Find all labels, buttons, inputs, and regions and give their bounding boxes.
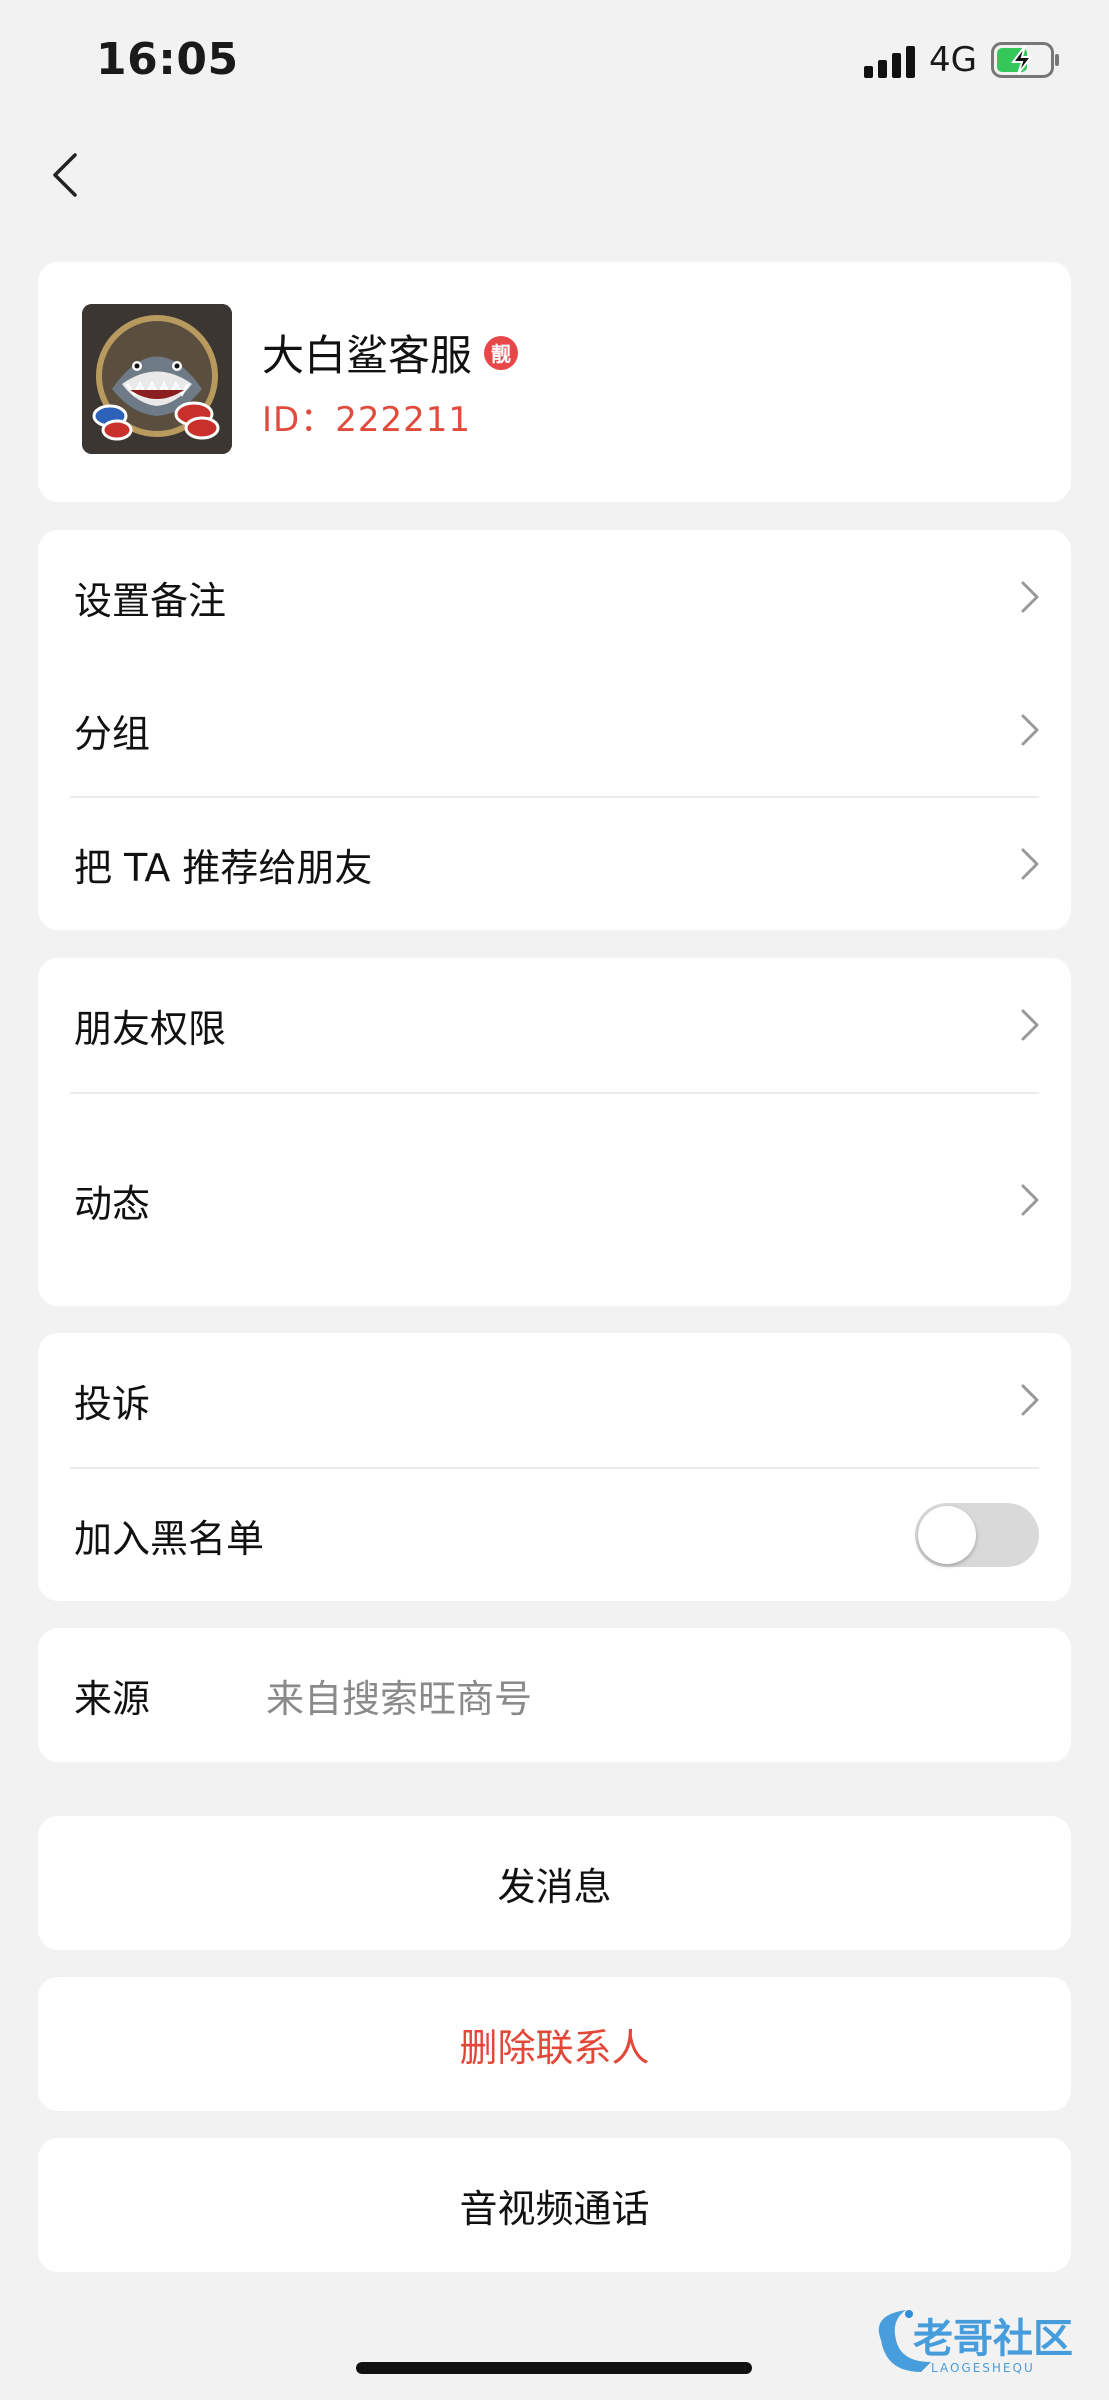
moments-row[interactable]: 动态 (38, 1094, 1071, 1306)
settings-group-3: 投诉 加入黑名单 (38, 1333, 1071, 1601)
status-indicators: 4G (864, 36, 1061, 84)
av-call-button[interactable]: 音视频通话 (38, 2138, 1071, 2272)
delete-contact-button[interactable]: 删除联系人 (38, 1977, 1071, 2111)
svg-text:LAOGESHEQU: LAOGESHEQU (931, 2361, 1035, 2375)
source-card: 来源 来自搜索旺商号 (38, 1628, 1071, 1762)
recommend-label: 把 TA 推荐给朋友 (74, 845, 373, 890)
watermark-logo: 老哥社区 LAOGESHEQU (861, 2300, 1091, 2380)
chevron-right-icon (1021, 1384, 1039, 1416)
group-row[interactable]: 分组 (38, 664, 1071, 796)
complaint-label: 投诉 (74, 1381, 151, 1426)
recommend-row[interactable]: 把 TA 推荐给朋友 (38, 798, 1071, 930)
avatar[interactable] (82, 304, 232, 454)
send-message-button[interactable]: 发消息 (38, 1816, 1071, 1950)
toggle-knob (918, 1506, 976, 1564)
premium-badge-icon: 靓 (484, 335, 519, 370)
home-indicator[interactable] (356, 2362, 752, 2374)
status-time: 16:05 (96, 34, 239, 85)
chevron-right-icon (1021, 1184, 1039, 1216)
set-remark-label: 设置备注 (74, 578, 227, 623)
source-label: 来源 (74, 1676, 151, 1721)
status-bar: 16:05 4G (0, 0, 1109, 120)
back-button[interactable] (40, 145, 90, 205)
set-remark-row[interactable]: 设置备注 (38, 530, 1071, 664)
moments-label: 动态 (74, 1181, 151, 1226)
network-type: 4G (929, 40, 977, 80)
shark-avatar-icon (82, 304, 232, 454)
blacklist-row: 加入黑名单 (38, 1469, 1071, 1601)
profile-card[interactable]: 大白鲨客服 靓 ID：222211 (38, 262, 1071, 502)
source-value: 来自搜索旺商号 (266, 1676, 533, 1721)
chevron-right-icon (1021, 581, 1039, 613)
battery-charging-icon (991, 42, 1061, 78)
chevron-right-icon (1021, 1009, 1039, 1041)
friend-permissions-label: 朋友权限 (74, 1006, 227, 1051)
settings-group-1: 设置备注 分组 把 TA 推荐给朋友 (38, 530, 1071, 930)
cellular-signal-icon (864, 42, 916, 78)
chevron-left-icon (53, 153, 77, 197)
chevron-right-icon (1021, 848, 1039, 880)
blacklist-toggle[interactable] (915, 1503, 1039, 1567)
contact-name-text: 大白鲨客服 (262, 331, 473, 380)
contact-id: ID：222211 (262, 400, 471, 440)
contact-name: 大白鲨客服 靓 (262, 322, 519, 383)
group-label: 分组 (74, 711, 151, 756)
settings-group-2: 朋友权限 动态 (38, 958, 1071, 1306)
svg-text:老哥社区: 老哥社区 (913, 2316, 1073, 2362)
blacklist-label: 加入黑名单 (74, 1516, 265, 1561)
friend-permissions-row[interactable]: 朋友权限 (38, 958, 1071, 1092)
complaint-row[interactable]: 投诉 (38, 1333, 1071, 1467)
chevron-right-icon (1021, 714, 1039, 746)
source-row: 来源 来自搜索旺商号 (38, 1628, 1071, 1762)
